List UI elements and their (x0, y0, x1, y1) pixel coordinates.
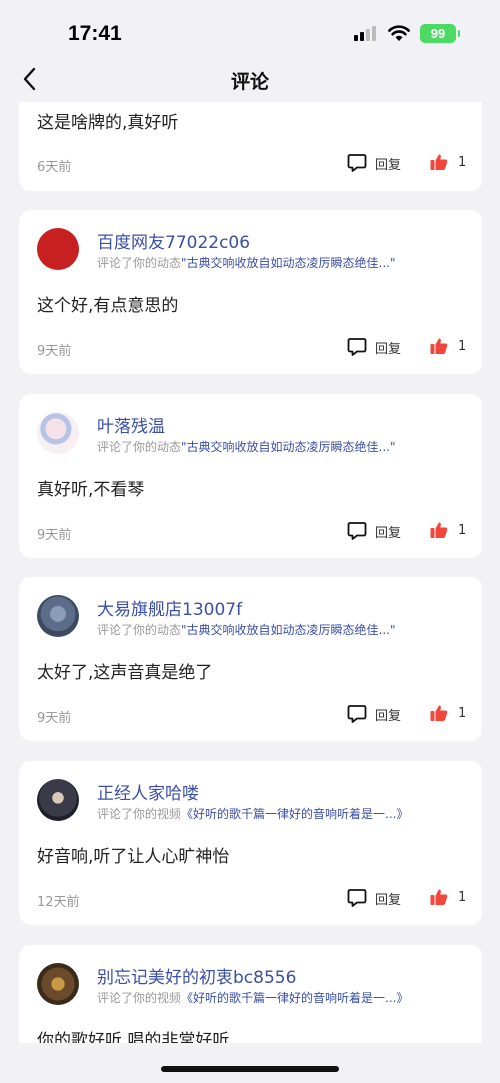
battery-indicator: 99 (420, 24, 460, 43)
like-count: 1 (458, 705, 467, 721)
like-count: 1 (458, 522, 467, 538)
username[interactable]: 百度网友77022c06 (97, 228, 250, 253)
comment-card[interactable]: 别忘记美好的初衷bc8556 评论了你的视频《好听的歌千篇一律好的音响听着是一.… (19, 945, 482, 1043)
thumbs-up-icon (430, 705, 448, 721)
like-button[interactable]: 1 (430, 521, 466, 539)
comment-bubble-icon (347, 338, 367, 356)
comment-card[interactable]: 大易旗舰店13007f 评论了你的动态"古典交响收放自如动态凌厉瞬态绝佳..."… (19, 577, 482, 741)
source-reference[interactable]: "古典交响收放自如动态凌厉瞬态绝佳..." (181, 440, 395, 454)
reply-label: 回复 (375, 157, 402, 173)
username[interactable]: 大易旗舰店13007f (97, 595, 242, 620)
comment-text: 这个好,有点意思的 (37, 296, 179, 316)
comment-bubble-icon (347, 522, 367, 540)
source-action: 评论了你的动态 (97, 440, 182, 454)
comment-bubble-icon (347, 705, 367, 723)
comment-bubble-icon (347, 889, 367, 907)
like-button[interactable]: 1 (430, 153, 466, 171)
username[interactable]: 正经人家哈喽 (97, 779, 199, 804)
reply-button[interactable]: 回复 (347, 337, 401, 357)
wifi-icon (388, 25, 410, 41)
reply-button[interactable]: 回复 (347, 153, 401, 173)
source-action: 评论了你的动态 (97, 256, 182, 270)
comment-source: 评论了你的动态"古典交响收放自如动态凌厉瞬态绝佳..." (97, 438, 396, 455)
source-reference[interactable]: "古典交响收放自如动态凌厉瞬态绝佳..." (181, 256, 395, 270)
comment-date: 6天前 (37, 160, 72, 175)
reply-button[interactable]: 回复 (347, 521, 401, 541)
comment-card[interactable]: 这是啥牌的,真好听 6天前 回复 1 (19, 102, 482, 191)
thumbs-up-icon (430, 338, 448, 354)
comment-date: 12天前 (37, 895, 80, 910)
reply-label: 回复 (375, 341, 402, 357)
comment-source: 评论了你的视频《好听的歌千篇一律好的音响听着是一...》 (97, 989, 408, 1006)
avatar[interactable] (37, 963, 79, 1005)
thumbs-up-icon (430, 522, 448, 538)
thumbs-up-icon (430, 154, 448, 170)
home-indicator[interactable] (161, 1066, 339, 1072)
comment-text: 太好了,这声音真是绝了 (37, 663, 213, 683)
comment-source: 评论了你的动态"古典交响收放自如动态凌厉瞬态绝佳..." (97, 621, 396, 638)
avatar[interactable] (37, 779, 79, 821)
like-button[interactable]: 1 (430, 888, 466, 906)
reply-label: 回复 (375, 892, 402, 908)
username[interactable]: 别忘记美好的初衷bc8556 (97, 963, 296, 988)
source-reference[interactable]: "古典交响收放自如动态凌厉瞬态绝佳..." (181, 623, 395, 637)
status-bar: 17:41 99 (0, 0, 500, 60)
username[interactable]: 叶落残温 (97, 412, 165, 437)
comment-bubble-icon (347, 154, 367, 172)
nav-bar: 评论 (0, 60, 500, 102)
cellular-signal-icon (354, 25, 376, 41)
comment-text: 你的歌好听,唱的非常好听 (37, 1031, 230, 1043)
reply-label: 回复 (375, 708, 402, 724)
comment-list[interactable]: 这是啥牌的,真好听 6天前 回复 1 百度网友77022c06 评论了你的动态"… (0, 102, 500, 1043)
reply-button[interactable]: 回复 (347, 888, 401, 908)
comment-source: 评论了你的视频《好听的歌千篇一律好的音响听着是一...》 (97, 805, 408, 822)
comment-date: 9天前 (37, 344, 72, 359)
avatar[interactable] (37, 228, 79, 270)
source-reference[interactable]: 《好听的歌千篇一律好的音响听着是一...》 (181, 991, 408, 1005)
source-action: 评论了你的视频 (97, 807, 182, 821)
thumbs-up-icon (430, 889, 448, 905)
like-button[interactable]: 1 (430, 704, 466, 722)
source-reference[interactable]: 《好听的歌千篇一律好的音响听着是一...》 (181, 807, 408, 821)
comment-card[interactable]: 叶落残温 评论了你的动态"古典交响收放自如动态凌厉瞬态绝佳..." 真好听,不看… (19, 394, 482, 558)
source-action: 评论了你的视频 (97, 991, 182, 1005)
like-count: 1 (458, 889, 467, 905)
source-action: 评论了你的动态 (97, 623, 182, 637)
comment-source: 评论了你的动态"古典交响收放自如动态凌厉瞬态绝佳..." (97, 254, 396, 271)
comment-card[interactable]: 百度网友77022c06 评论了你的动态"古典交响收放自如动态凌厉瞬态绝佳...… (19, 210, 482, 374)
avatar[interactable] (37, 595, 79, 637)
status-icons: 99 (354, 24, 460, 43)
like-count: 1 (458, 338, 467, 354)
status-time: 17:41 (68, 22, 122, 45)
comment-text: 这是啥牌的,真好听 (37, 113, 179, 133)
reply-label: 回复 (375, 525, 402, 541)
comment-date: 9天前 (37, 528, 72, 543)
reply-button[interactable]: 回复 (347, 704, 401, 724)
like-count: 1 (458, 154, 467, 170)
page-title: 评论 (230, 71, 269, 93)
avatar[interactable] (37, 412, 79, 454)
comment-date: 9天前 (37, 711, 72, 726)
comment-card[interactable]: 正经人家哈喽 评论了你的视频《好听的歌千篇一律好的音响听着是一...》 好音响,… (19, 761, 482, 925)
like-button[interactable]: 1 (430, 337, 466, 355)
comment-text: 好音响,听了让人心旷神怡 (37, 847, 230, 867)
comment-text: 真好听,不看琴 (37, 480, 145, 500)
